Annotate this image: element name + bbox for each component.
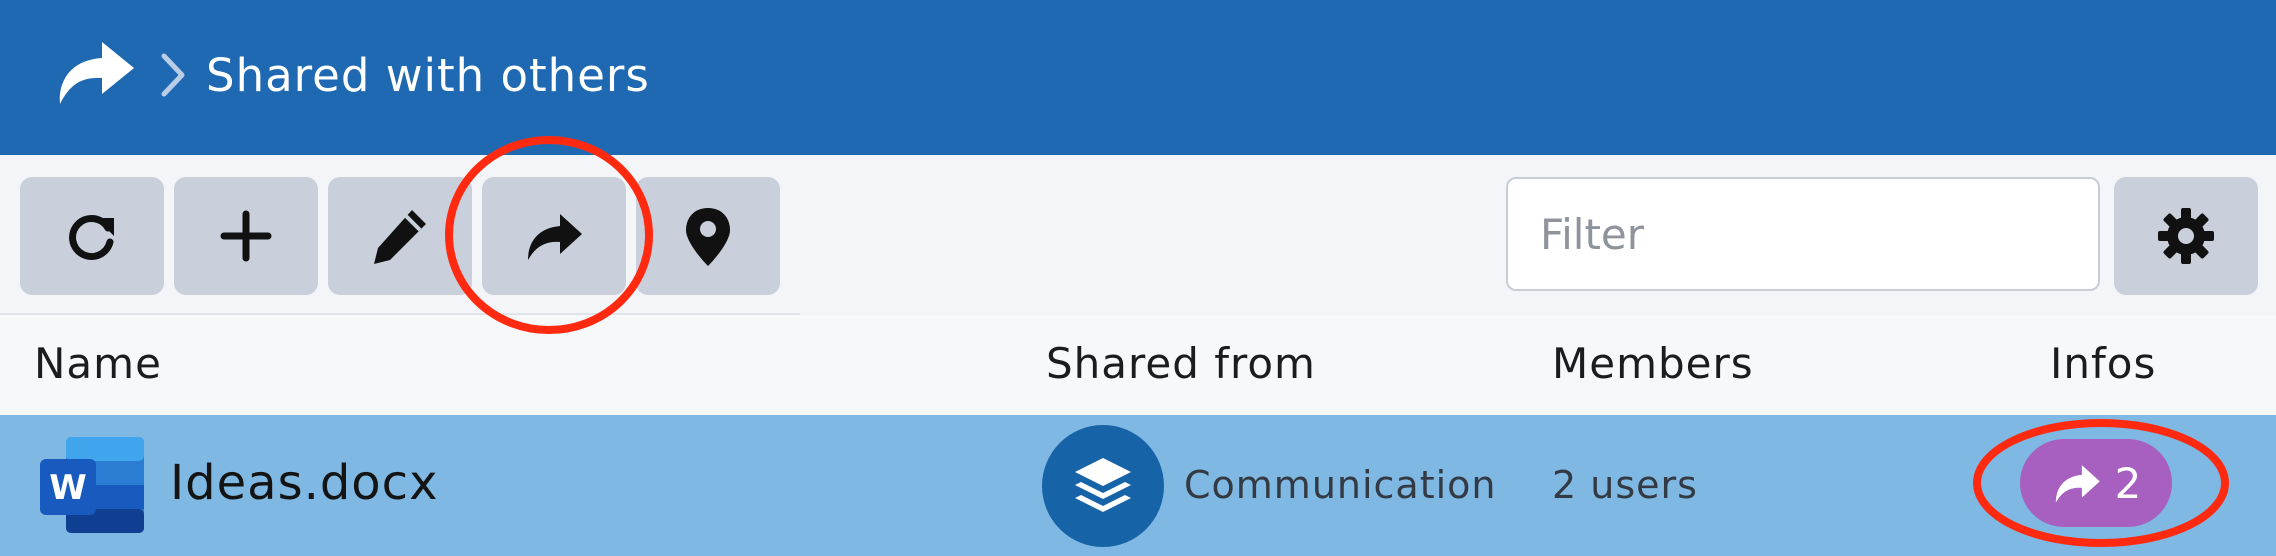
gear-icon [2158,208,2214,264]
share-count-badge[interactable]: 2 [2020,439,2172,527]
share-button[interactable] [482,177,626,295]
edit-button[interactable] [328,177,472,295]
refresh-icon [69,215,114,260]
share-icon [528,214,582,260]
column-header-infos[interactable]: Infos [2050,339,2156,388]
refresh-button[interactable] [20,177,164,295]
column-header-members[interactable]: Members [1552,339,1754,388]
word-file-icon: W [40,437,144,533]
page-title: Shared with others [206,49,650,102]
shared-from-label: Communication [1184,463,1497,507]
column-header-shared-from[interactable]: Shared from [1046,339,1316,388]
add-button[interactable] [174,177,318,295]
pencil-icon [374,210,426,264]
share-icon [2055,465,2100,503]
file-name[interactable]: Ideas.docx [170,455,438,511]
header-bar: Shared with others [0,0,2276,155]
plus-icon [220,210,272,262]
avatar [1042,425,1164,547]
table-header: Name Shared from Members Infos [0,315,2276,415]
layers-icon [1075,458,1131,512]
map-pin-icon [686,208,730,266]
toolbar [0,155,2276,313]
word-icon-letter: W [49,468,87,508]
table-row[interactable]: W Ideas.docx Communication 2 users 2 [0,415,2276,556]
location-button[interactable] [636,177,780,295]
share-count: 2 [2114,458,2142,508]
members-count: 2 users [1552,463,1698,507]
share-icon[interactable] [52,38,136,112]
settings-button[interactable] [2114,177,2258,295]
filter-input[interactable] [1506,177,2100,291]
column-header-name[interactable]: Name [34,339,162,388]
chevron-right-icon [161,53,185,97]
